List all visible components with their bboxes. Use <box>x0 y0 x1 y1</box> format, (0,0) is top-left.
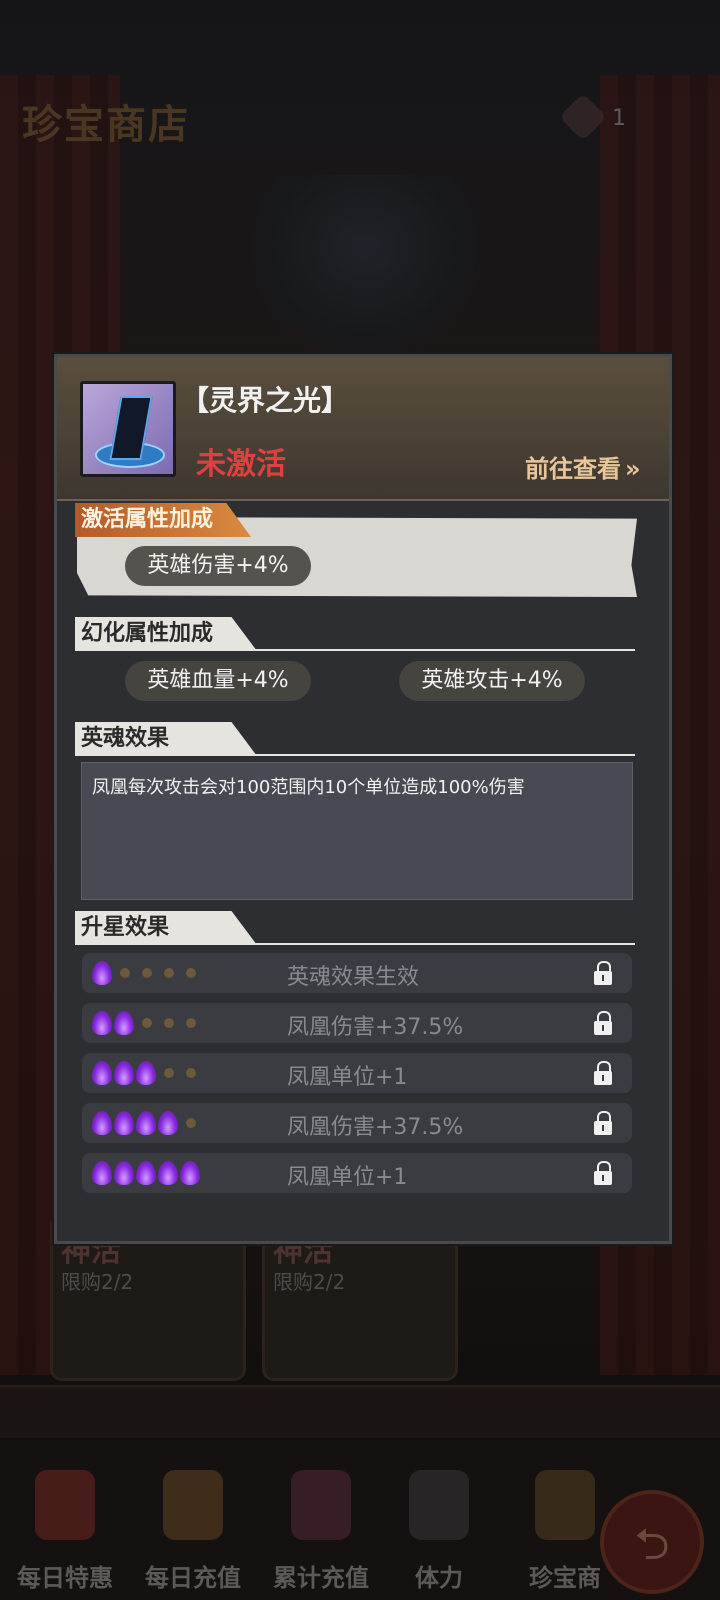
treasure-bag-icon <box>291 1470 351 1540</box>
gem-count: 1 <box>612 106 626 131</box>
star-effect-text: 凤凰单位+1 <box>287 1065 408 1090</box>
purple-flame-icon <box>158 1111 178 1135</box>
section-title-star: 升星效果 <box>75 911 257 945</box>
section-title-activate: 激活属性加成 <box>75 503 251 537</box>
item-detail-modal: 【灵界之光】 未激活 前往查看» 激活属性加成 英雄伤害+4% 幻化属性加成 英… <box>54 354 672 1244</box>
star-effect-text: 英魂效果生效 <box>287 965 420 990</box>
bonus-pill: 英雄伤害+4% <box>125 546 311 586</box>
purple-flame-icon <box>114 1061 134 1085</box>
item-status: 未激活 <box>196 447 286 482</box>
purple-flame-icon <box>136 1161 156 1185</box>
hero-silhouette <box>250 175 480 355</box>
purple-flame-icon <box>158 1161 178 1185</box>
empty-star-dot <box>164 1018 174 1028</box>
empty-star-dot <box>186 968 196 978</box>
star-row: 凤凰伤害+37.5% <box>82 1003 632 1043</box>
star-row: 英魂效果生效 <box>82 953 632 993</box>
purple-flame-icon <box>180 1161 200 1185</box>
empty-star-dot <box>186 1118 196 1128</box>
nav-label: 每日特惠 <box>17 1564 113 1592</box>
nav-item-daily-recharge[interactable]: 每日充值 <box>128 1440 258 1600</box>
star-level-indicator <box>92 1061 202 1085</box>
item-icon <box>80 381 176 477</box>
soul-effect-description: 凤凰每次攻击会对100范围内10个单位造成100%伤害 <box>92 777 525 798</box>
star-level-indicator <box>92 961 202 985</box>
empty-star-dot <box>120 968 130 978</box>
star-level-indicator <box>92 1011 202 1035</box>
purple-flame-icon <box>92 1061 112 1085</box>
lock-icon <box>594 1111 612 1135</box>
purple-flame-icon <box>92 961 112 985</box>
bonus-pill: 英雄攻击+4% <box>399 661 585 701</box>
star-effect-text: 凤凰伤害+37.5% <box>287 1015 464 1040</box>
nav-label: 体力 <box>415 1564 463 1592</box>
back-arrow-icon: ⮌ <box>634 1519 670 1570</box>
lightning-icon <box>409 1470 469 1540</box>
soul-effect-box: 凤凰每次攻击会对100范围内10个单位造成100%伤害 <box>81 762 633 900</box>
shop-card-limit: 限购2/2 <box>61 1270 134 1294</box>
item-name: 【灵界之光】 <box>181 384 350 417</box>
money-bag-icon <box>163 1470 223 1540</box>
modal-header: 【灵界之光】 未激活 前往查看» <box>57 357 669 501</box>
star-level-indicator <box>92 1161 202 1185</box>
empty-star-dot <box>142 968 152 978</box>
goto-view-link[interactable]: 前往查看» <box>525 449 641 484</box>
gift-icon <box>35 1470 95 1540</box>
purple-flame-icon <box>136 1061 156 1085</box>
nav-label: 每日充值 <box>145 1564 241 1592</box>
star-row: 凤凰单位+1 <box>82 1153 632 1193</box>
section-divider <box>77 649 635 651</box>
nav-item-cumulative-recharge[interactable]: 累计充值 <box>256 1440 386 1600</box>
section-title-illusion: 幻化属性加成 <box>75 617 257 651</box>
star-effect-text: 凤凰伤害+37.5% <box>287 1115 464 1140</box>
empty-star-dot <box>164 1068 174 1078</box>
star-level-indicator <box>92 1111 202 1135</box>
lock-icon <box>594 1061 612 1085</box>
shelf <box>0 1385 720 1438</box>
empty-star-dot <box>186 1018 196 1028</box>
lock-icon <box>594 961 612 985</box>
nav-item-daily-deal[interactable]: 每日特惠 <box>0 1440 130 1600</box>
star-row: 凤凰伤害+37.5% <box>82 1103 632 1143</box>
empty-star-dot <box>142 1018 152 1028</box>
shop-title: 珍宝商店 <box>22 102 190 148</box>
purple-flame-icon <box>92 1111 112 1135</box>
purple-flame-icon <box>114 1111 134 1135</box>
nav-item-stamina[interactable]: 体力 <box>374 1440 504 1600</box>
empty-star-dot <box>186 1068 196 1078</box>
bonus-pill: 英雄血量+4% <box>125 661 311 701</box>
section-divider <box>77 943 635 945</box>
lock-icon <box>594 1161 612 1185</box>
section-title-soul: 英魂效果 <box>75 722 257 756</box>
goto-view-label: 前往查看 <box>525 455 621 483</box>
purple-flame-icon <box>114 1161 134 1185</box>
empty-star-dot <box>164 968 174 978</box>
lock-icon <box>594 1011 612 1035</box>
purple-flame-icon <box>114 1011 134 1035</box>
purple-flame-icon <box>92 1161 112 1185</box>
back-button[interactable]: ⮌ <box>600 1490 704 1594</box>
shop-card-limit: 限购2/2 <box>273 1270 346 1294</box>
shop-icon <box>535 1470 595 1540</box>
double-chevron-right-icon: » <box>625 455 641 483</box>
star-effect-text: 凤凰单位+1 <box>287 1165 408 1190</box>
purple-flame-icon <box>92 1011 112 1035</box>
star-row: 凤凰单位+1 <box>82 1053 632 1093</box>
section-divider <box>77 754 635 756</box>
nav-label: 累计充值 <box>273 1564 369 1592</box>
purple-flame-icon <box>136 1111 156 1135</box>
